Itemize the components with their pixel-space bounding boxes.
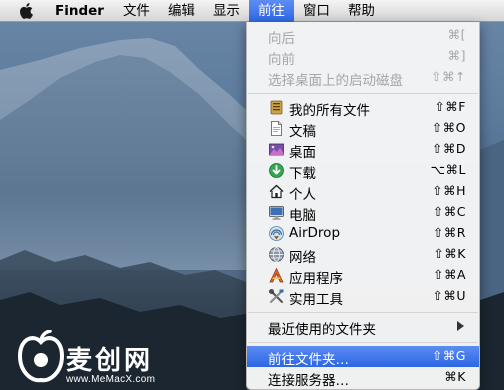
menu-separator: [248, 93, 478, 94]
menu-edit[interactable]: 编辑: [159, 0, 204, 22]
watermark-text: 麦创网: [66, 346, 154, 376]
menu-item-shortcut: ⇧⌘F: [434, 99, 466, 114]
menu-item-label: 最近使用的文件夹: [268, 322, 376, 338]
menu-item-documents[interactable]: 文稿 ⇧⌘O: [247, 118, 479, 140]
menu-item-downloads[interactable]: 下载 ⌥⌘L: [247, 160, 479, 182]
menu-item-label: 桌面: [289, 145, 316, 161]
desktop-icon: [269, 143, 284, 156]
apple-menu[interactable]: [16, 0, 36, 22]
menu-item-shortcut: ⇧⌘O: [431, 120, 466, 135]
menu-item-label: 我的所有文件: [289, 103, 370, 119]
menu-item-network[interactable]: 网络 ⇧⌘K: [247, 244, 479, 266]
menu-item-shortcut: ⇧⌘C: [432, 204, 466, 219]
menu-item-label: 电脑: [289, 208, 316, 224]
menu-item-label: AirDrop: [289, 225, 341, 241]
menu-item-label: 选择桌面上的启动磁盘: [268, 73, 403, 89]
menu-item-go-to-folder[interactable]: 前往文件夹… ⇧⌘G: [247, 346, 479, 368]
menu-item-label: 连接服务器…: [268, 373, 349, 389]
menu-item-shortcut: ⇧⌘H: [432, 183, 466, 198]
network-icon: [269, 247, 284, 262]
documents-icon: [271, 121, 282, 136]
menu-view[interactable]: 显示: [204, 0, 249, 22]
menu-item-label: 应用程序: [289, 271, 343, 287]
menu-item-shortcut: ⇧⌘↑: [431, 69, 466, 84]
menu-item-applications[interactable]: 应用程序 ⇧⌘A: [247, 265, 479, 287]
menu-item-shortcut: ⇧⌘G: [431, 348, 466, 363]
menu-file[interactable]: 文件: [114, 0, 159, 22]
menu-item-shortcut: ⌘]: [447, 48, 466, 63]
utilities-icon: [269, 289, 284, 303]
menu-item-forward[interactable]: 向前 ⌘]: [247, 46, 479, 68]
apple-logo-icon: [20, 2, 33, 19]
airdrop-icon: [269, 226, 284, 241]
home-icon: [269, 184, 284, 199]
menu-window[interactable]: 窗口: [294, 0, 339, 22]
downloads-icon: [269, 163, 284, 178]
menu-item-utilities[interactable]: 实用工具 ⇧⌘U: [247, 286, 479, 308]
menu-item-airdrop[interactable]: AirDrop ⇧⌘R: [247, 223, 479, 244]
menu-finder[interactable]: Finder: [46, 0, 114, 22]
menu-item-home[interactable]: 个人 ⇧⌘H: [247, 181, 479, 203]
watermark-logo-icon: [17, 330, 65, 383]
menu-item-connect-to-server[interactable]: 连接服务器… ⌘K: [247, 367, 479, 389]
computer-icon: [269, 206, 284, 220]
menu-item-label: 前往文件夹…: [268, 352, 349, 368]
menu-item-shortcut: ⇧⌘U: [432, 288, 466, 303]
menu-bar: Finder 文件 编辑 显示 前往 窗口 帮助: [0, 0, 504, 22]
menu-separator: [248, 312, 478, 313]
menu-item-all-my-files[interactable]: 我的所有文件 ⇧⌘F: [247, 97, 479, 119]
menu-item-shortcut: ⇧⌘R: [432, 225, 466, 240]
menu-item-shortcut: ⌘[: [447, 27, 466, 42]
menu-item-shortcut: ⇧⌘K: [433, 246, 466, 261]
menu-item-label: 向前: [268, 52, 295, 68]
menu-item-shortcut: ⇧⌘D: [431, 141, 466, 156]
menu-item-desktop[interactable]: 桌面 ⇧⌘D: [247, 139, 479, 161]
menu-go[interactable]: 前往: [248, 0, 294, 22]
all-my-files-icon: [270, 100, 283, 115]
watermark-url: www.MeMacX.com: [66, 374, 156, 385]
menu-item-label: 实用工具: [289, 292, 343, 308]
menu-item-startup-disk[interactable]: 选择桌面上的启动磁盘 ⇧⌘↑: [247, 67, 479, 89]
menu-item-shortcut: ⇧⌘A: [432, 267, 466, 282]
applications-icon: [269, 267, 284, 283]
menu-help[interactable]: 帮助: [339, 0, 384, 22]
go-menu-dropdown: 向后 ⌘[ 向前 ⌘] 选择桌面上的启动磁盘 ⇧⌘↑ 我的所有文件 ⇧⌘F 文稿…: [246, 22, 480, 390]
menu-item-label: 网络: [289, 250, 316, 266]
menu-item-shortcut: ⌥⌘L: [430, 162, 466, 177]
menu-item-label: 下载: [289, 166, 316, 182]
menu-item-computer[interactable]: 电脑 ⇧⌘C: [247, 202, 479, 224]
menu-item-back[interactable]: 向后 ⌘[: [247, 25, 479, 47]
menu-item-label: 向后: [268, 31, 295, 47]
submenu-arrow-icon: [457, 321, 464, 331]
menu-separator: [248, 342, 478, 343]
menu-item-shortcut: ⌘K: [444, 369, 466, 384]
menu-item-label: 个人: [289, 187, 316, 203]
menu-item-label: 文稿: [289, 124, 316, 140]
menu-item-recent-folders[interactable]: 最近使用的文件夹: [247, 316, 479, 338]
